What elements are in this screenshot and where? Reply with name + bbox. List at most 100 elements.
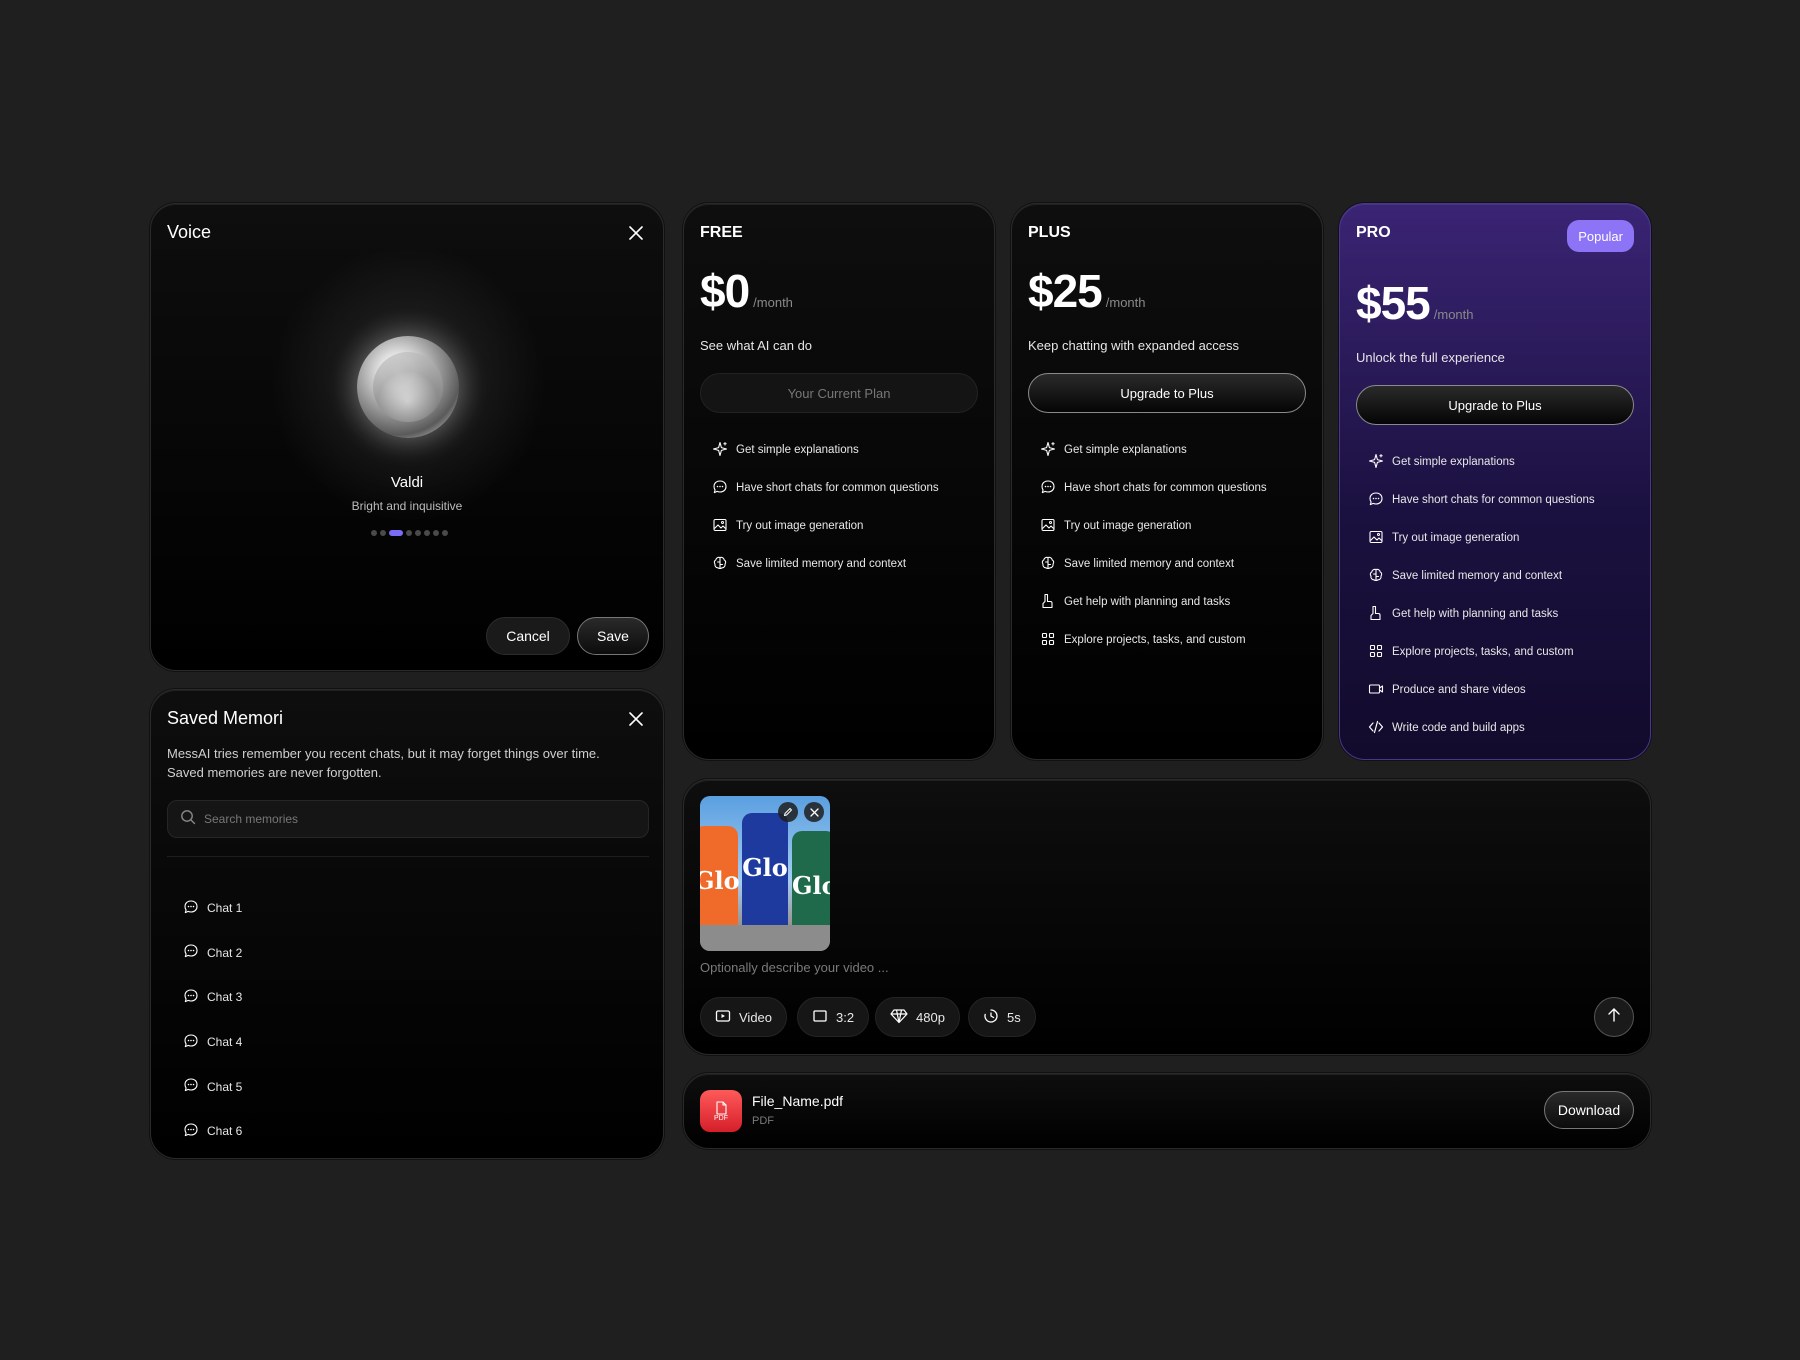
feature-item: Save limited memory and context	[712, 545, 939, 583]
plan-card-free: FREE $0/month See what AI can do Your Cu…	[683, 203, 995, 760]
feature-label: Explore projects, tasks, and custom	[1064, 634, 1246, 646]
memori-description: MessAI tries remember you recent chats, …	[167, 746, 600, 780]
duration-chip[interactable]: 5s	[968, 997, 1036, 1037]
feature-label: Have short chats for common questions	[1392, 494, 1595, 506]
memori-title: Saved Memori	[167, 708, 284, 728]
plan-price: $0/month	[700, 265, 793, 317]
cancel-button[interactable]: Cancel	[486, 617, 570, 655]
download-button[interactable]: Download	[1544, 1091, 1634, 1129]
plan-name: PLUS	[1028, 224, 1071, 241]
edit-pencil-icon[interactable]	[778, 802, 798, 822]
sparkle-icon	[1368, 453, 1384, 472]
feature-item: Get simple explanations	[712, 431, 939, 469]
send-button[interactable]	[1594, 997, 1634, 1037]
resolution-chip[interactable]: 480p	[875, 997, 960, 1037]
chat-list-item[interactable]: Chat 5	[183, 1064, 242, 1109]
feature-list: Get simple explanations Have short chats …	[1040, 431, 1267, 659]
pagination-dot[interactable]	[380, 530, 386, 536]
remove-close-icon[interactable]	[804, 802, 824, 822]
pagination-dot[interactable]	[433, 530, 439, 536]
sparkle-icon	[1040, 441, 1056, 460]
brain-icon	[712, 555, 728, 574]
feature-item: Get help with planning and tasks	[1040, 583, 1267, 621]
chat-list: Chat 1 Chat 2 Chat 3 Chat 4 Chat 5 Chat 6	[183, 886, 242, 1154]
grid-icon	[1040, 631, 1056, 650]
search-input[interactable]	[204, 812, 624, 826]
feature-item: Save limited memory and context	[1040, 545, 1267, 583]
pdf-file-icon: PDF	[700, 1090, 742, 1132]
feature-label: Write code and build apps	[1392, 722, 1525, 734]
current-plan-button[interactable]: Your Current Plan	[700, 373, 978, 413]
plan-price: $25/month	[1028, 265, 1146, 317]
clipboard-icon	[1040, 593, 1056, 612]
pagination-dot[interactable]	[424, 530, 430, 536]
feature-item: Have short chats for common questions	[1040, 469, 1267, 507]
upgrade-to-plus-button[interactable]: Upgrade to Plus	[1028, 373, 1306, 413]
voice-pagination-dots[interactable]	[371, 530, 448, 536]
pagination-dot[interactable]	[415, 530, 421, 536]
feature-item: Write code and build apps	[1368, 709, 1595, 747]
feature-item: Get simple explanations	[1040, 431, 1267, 469]
code-icon	[1368, 719, 1384, 738]
chat-list-item[interactable]: Chat 6	[183, 1109, 242, 1154]
close-icon[interactable]	[623, 706, 649, 732]
chat-bubble-icon	[183, 988, 199, 1007]
chat-bubble-icon	[183, 899, 199, 918]
aspect-ratio-chip[interactable]: 3:2	[797, 997, 870, 1037]
chat-label: Chat 1	[207, 901, 243, 916]
chat-bubble-icon	[183, 1077, 199, 1096]
save-button[interactable]: Save	[577, 617, 649, 655]
saved-memori-card: Saved Memori MessAI tries remember you r…	[150, 689, 664, 1159]
pdf-icon-label: PDF	[714, 1114, 728, 1122]
grid-icon	[1368, 643, 1384, 662]
pagination-dot[interactable]	[442, 530, 448, 536]
timer-icon	[983, 1008, 999, 1027]
feature-label: Try out image generation	[1064, 520, 1192, 532]
upgrade-to-plus-button[interactable]: Upgrade to Plus	[1356, 385, 1634, 425]
chat-list-item[interactable]: Chat 4	[183, 1020, 242, 1065]
duration-label: 5s	[1007, 1009, 1021, 1025]
chat-bubble-icon	[183, 1122, 199, 1141]
mode-chip[interactable]: Video	[700, 997, 788, 1037]
feature-item: Explore projects, tasks, and custom	[1368, 633, 1595, 671]
video-composer: Glo Glo Glo Video 3:2 480p 5s	[683, 779, 1651, 1055]
chat-bubble-icon	[183, 1033, 199, 1052]
divider	[167, 856, 649, 857]
plan-price: $55/month	[1356, 277, 1474, 329]
diamond-icon	[890, 1008, 908, 1027]
image-icon	[712, 517, 728, 536]
video-icon	[715, 1008, 731, 1027]
video-description-input[interactable]	[700, 960, 1600, 975]
chat-bubble-icon	[1040, 479, 1056, 498]
search-icon	[180, 809, 196, 830]
feature-label: Get help with planning and tasks	[1392, 608, 1559, 620]
feature-list: Get simple explanations Have short chats …	[1368, 443, 1595, 747]
close-icon[interactable]	[623, 220, 649, 246]
feature-label: Save limited memory and context	[736, 558, 907, 570]
chat-list-item[interactable]: Chat 1	[183, 886, 242, 931]
chat-list-item[interactable]: Chat 2	[183, 931, 242, 976]
voice-title: Voice	[167, 222, 212, 242]
feature-label: Get simple explanations	[1392, 456, 1515, 468]
file-attachment-card: PDF File_Name.pdf PDF Download	[683, 1073, 1651, 1149]
pagination-dot[interactable]	[406, 530, 412, 536]
video-icon	[1368, 681, 1384, 700]
file-type: PDF	[752, 1115, 774, 1127]
file-name: File_Name.pdf	[752, 1093, 844, 1109]
plan-tagline: Unlock the full experience	[1356, 350, 1505, 365]
feature-label: Try out image generation	[736, 520, 864, 532]
voice-name: Valdi	[390, 474, 424, 491]
voice-description: Bright and inquisitive	[351, 499, 463, 513]
chat-bubble-icon	[1368, 491, 1384, 510]
voice-orb	[357, 336, 459, 438]
chat-label: Chat 4	[207, 1035, 243, 1050]
feature-label: Save limited memory and context	[1392, 570, 1563, 582]
pagination-dot[interactable]	[389, 530, 403, 536]
feature-label: Get simple explanations	[1064, 444, 1187, 456]
image-icon	[1040, 517, 1056, 536]
feature-item: Save limited memory and context	[1368, 557, 1595, 595]
chat-list-item[interactable]: Chat 3	[183, 975, 242, 1020]
pagination-dot[interactable]	[371, 530, 377, 536]
attachment-thumbnail[interactable]: Glo Glo Glo	[700, 796, 830, 951]
plan-name: PRO	[1356, 224, 1391, 241]
